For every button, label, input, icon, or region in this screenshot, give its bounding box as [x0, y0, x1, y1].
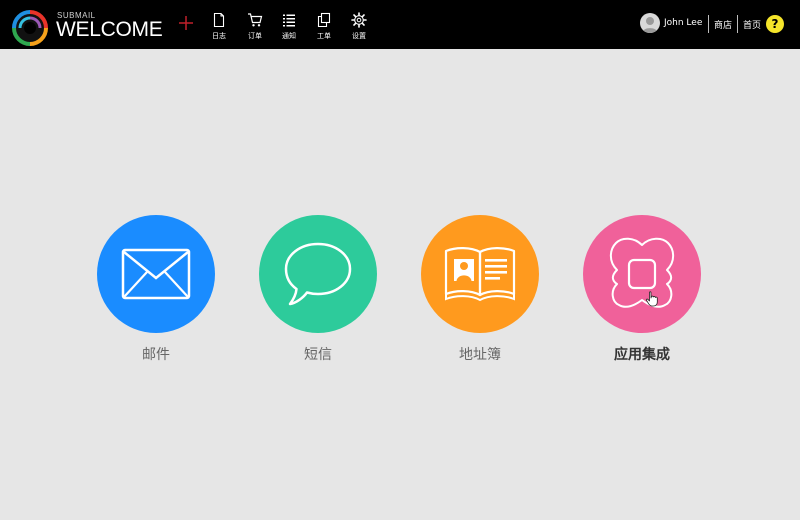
nav-label: 设置 [352, 32, 366, 40]
help-button[interactable]: ? [766, 15, 784, 33]
app-address-book-label: 地址簿 [459, 347, 501, 363]
app-address-book-circle[interactable] [421, 215, 539, 333]
speech-bubble-icon [284, 242, 352, 306]
nav-label: 日志 [212, 32, 226, 40]
list-icon [283, 14, 295, 27]
plus-icon[interactable] [178, 15, 194, 31]
brand-title: WELCOME [56, 18, 163, 41]
app-integration-label: 应用集成 [614, 347, 670, 363]
user-name[interactable]: John Lee [664, 18, 702, 28]
nav-label: 通知 [282, 32, 296, 40]
app-integration[interactable]: 应用集成 [583, 215, 701, 365]
app-sms-circle[interactable] [259, 215, 377, 333]
avatar[interactable] [640, 13, 660, 33]
gear-icon [351, 12, 367, 28]
app-integration-circle[interactable] [583, 215, 701, 333]
nav-item-log[interactable]: 日志 [204, 12, 234, 44]
submail-logo-icon[interactable] [12, 10, 48, 46]
nav-item-orders[interactable]: 订单 [240, 12, 270, 44]
app-mail[interactable]: 邮件 [97, 215, 215, 365]
copy-icon [317, 12, 331, 28]
hand-cursor-icon [645, 291, 658, 307]
app-address-book[interactable]: 地址簿 [421, 215, 539, 365]
app-mail-circle[interactable] [97, 215, 215, 333]
nav-item-tickets[interactable]: 工单 [309, 12, 339, 44]
app-sms-label: 短信 [304, 347, 332, 363]
nav-item-settings[interactable]: 设置 [344, 12, 374, 44]
document-icon [213, 12, 225, 28]
app-mail-label: 邮件 [142, 347, 170, 363]
home-link[interactable]: 首页 [743, 18, 761, 31]
store-link[interactable]: 商店 [714, 18, 732, 31]
nav-item-notifications[interactable]: 通知 [274, 12, 304, 44]
nav-label: 订单 [248, 32, 262, 40]
integration-icon [609, 237, 675, 308]
envelope-icon [121, 248, 191, 300]
nav-label: 工单 [317, 32, 331, 40]
divider [708, 15, 709, 33]
top-navigation-bar: SUBMAIL WELCOME 日志 订单 通知 工单 设置 John Lee … [0, 0, 800, 49]
cart-icon [248, 13, 263, 27]
divider [737, 15, 738, 33]
app-sms[interactable]: 短信 [259, 215, 377, 365]
user-avatar-icon [642, 17, 658, 33]
address-book-icon [444, 247, 516, 302]
